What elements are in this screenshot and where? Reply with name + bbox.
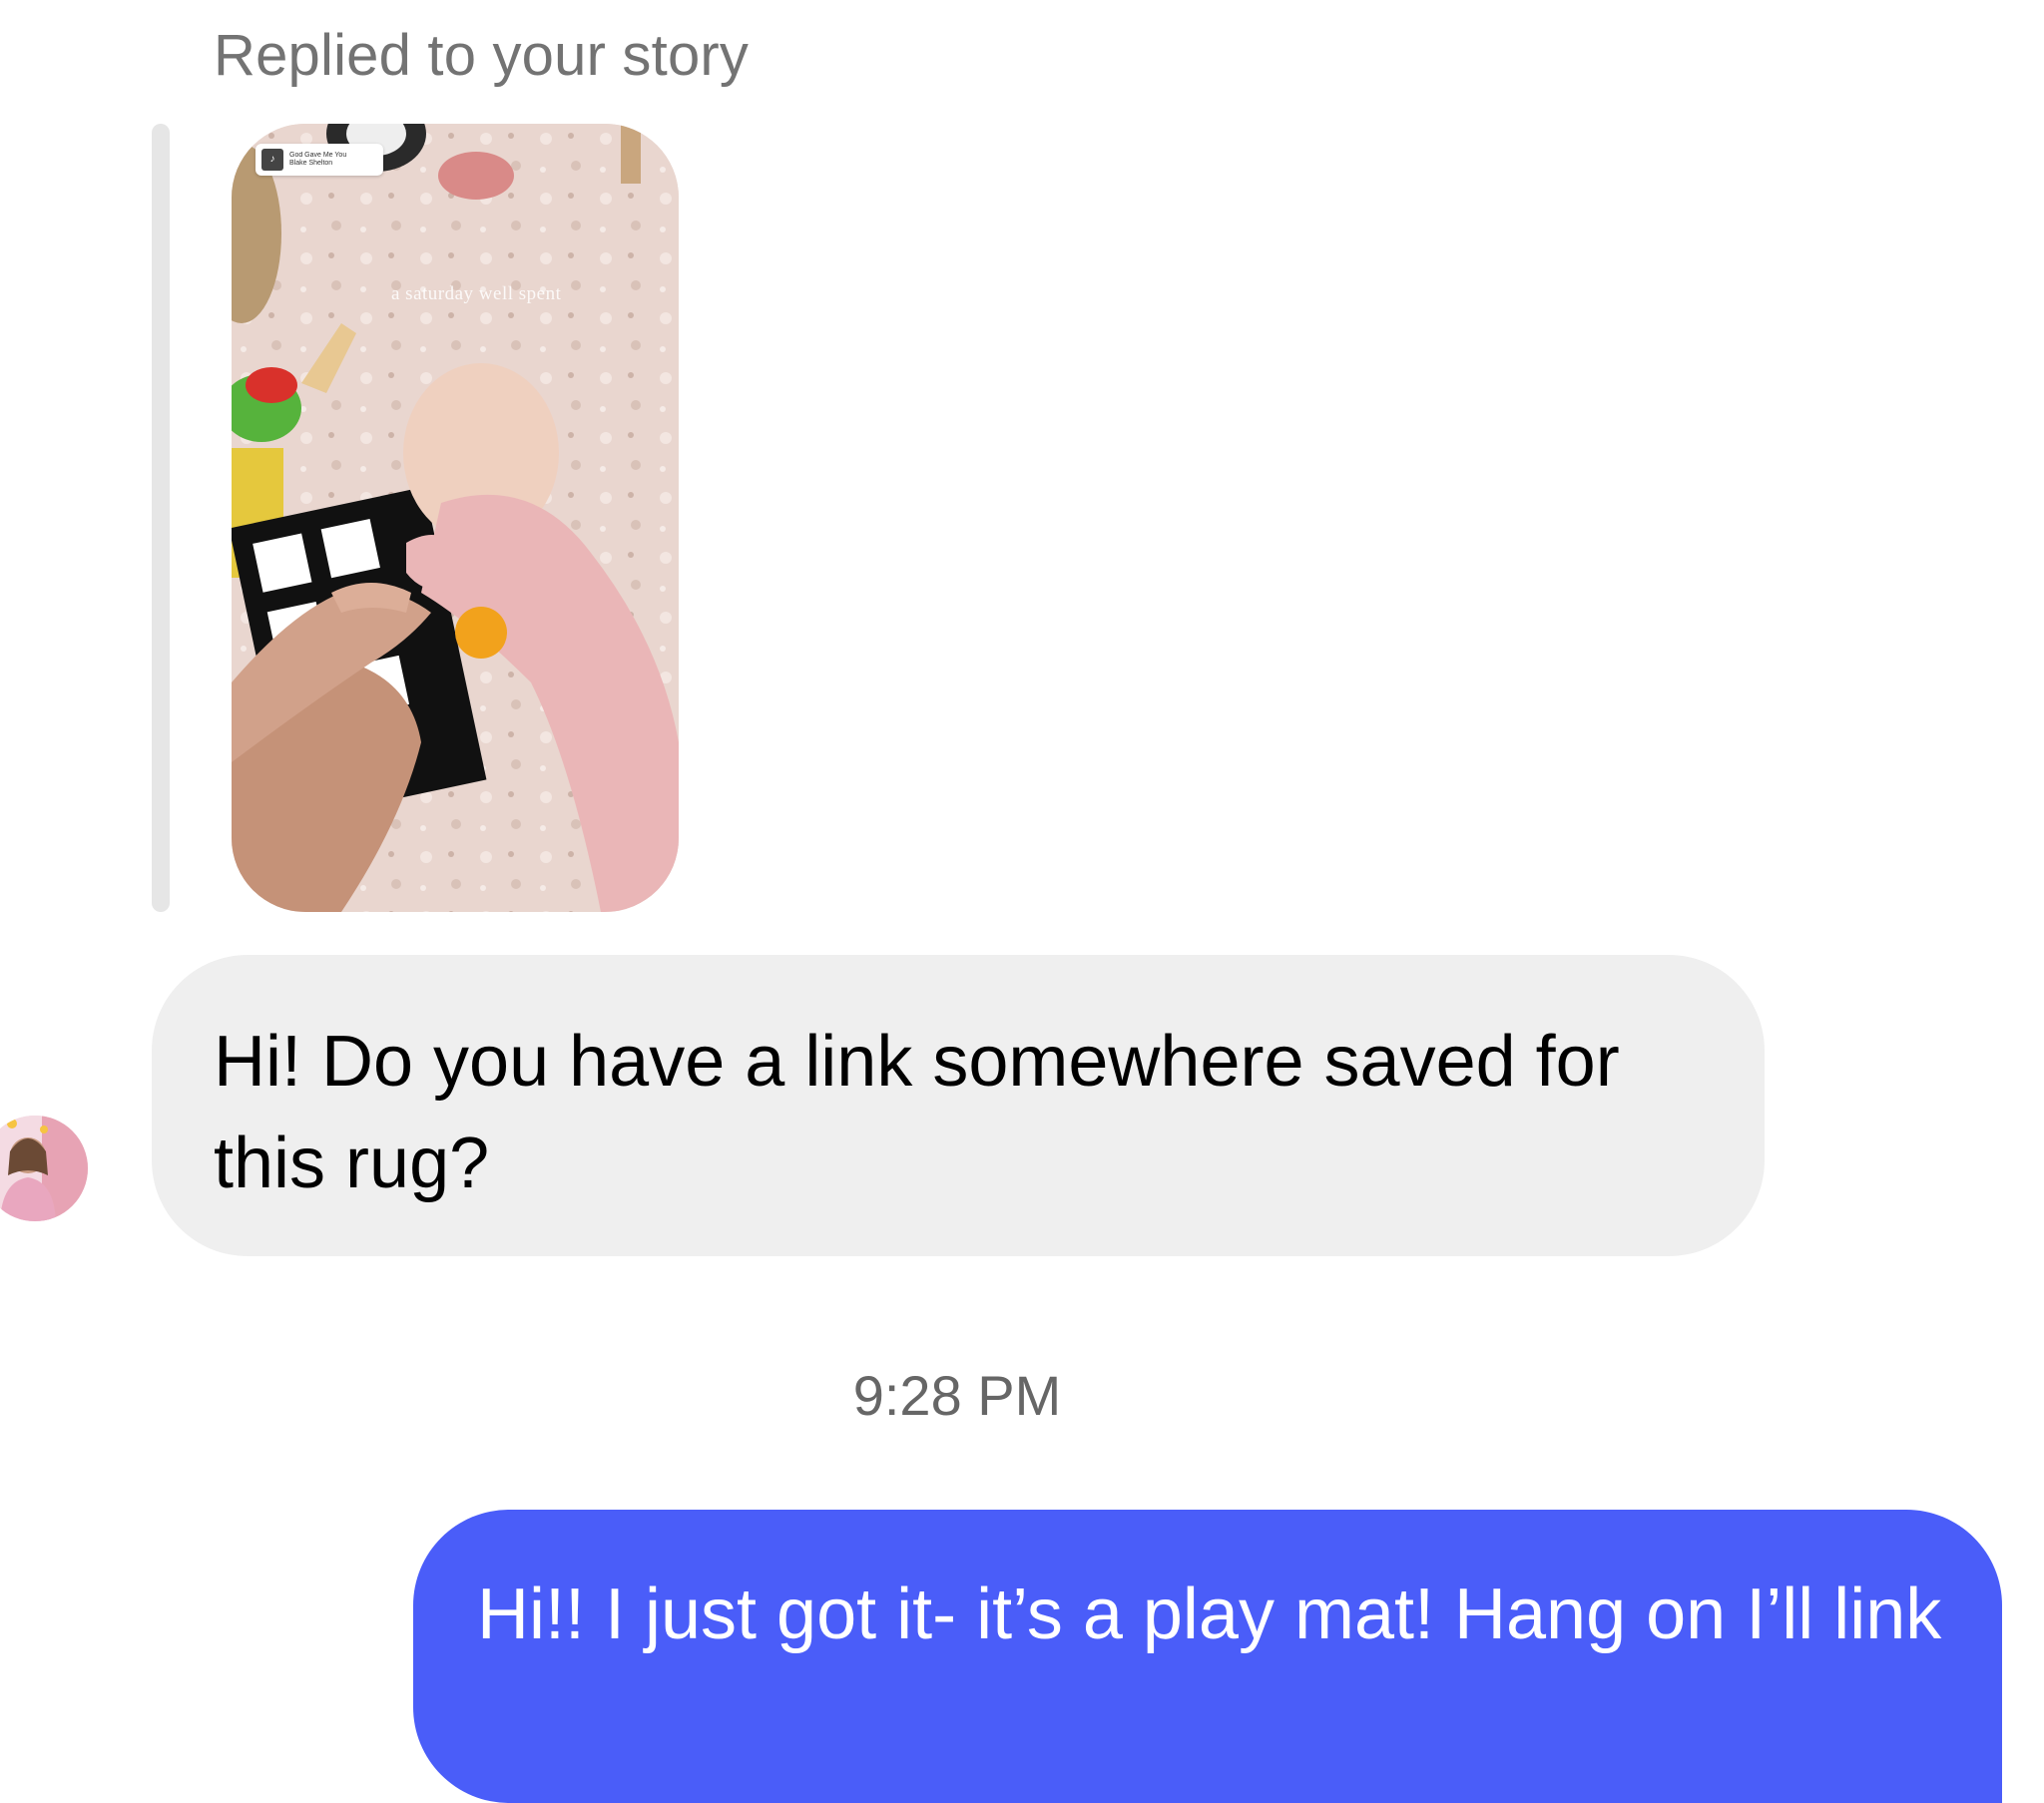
sender-avatar[interactable] — [0, 1116, 88, 1221]
music-artist: Blake Shelton — [289, 160, 333, 167]
reply-context-label: Replied to your story — [214, 23, 750, 88]
incoming-message-text: Hi! Do you have a link somewhere saved f… — [214, 1022, 1620, 1203]
incoming-message-bubble[interactable]: Hi! Do you have a link somewhere saved f… — [152, 955, 1765, 1256]
outgoing-message-text: Hi!! I just got it- it’s a play mat! Han… — [477, 1575, 1942, 1654]
avatar-image — [0, 1116, 88, 1221]
story-photo-image — [232, 124, 679, 912]
reply-quote-bar — [152, 124, 170, 912]
music-title: God Gave Me You — [289, 152, 347, 159]
story-caption: a saturday well spent — [391, 283, 562, 304]
music-icon: ♪ — [261, 149, 283, 171]
music-sticker[interactable]: ♪ God Gave Me You Blake Shelton — [256, 144, 383, 176]
message-timestamp: 9:28 PM — [852, 1364, 1062, 1427]
story-thumbnail[interactable]: ♪ God Gave Me You Blake Shelton a saturd… — [232, 124, 679, 912]
outgoing-message-bubble[interactable]: Hi!! I just got it- it’s a play mat! Han… — [413, 1510, 2002, 1803]
